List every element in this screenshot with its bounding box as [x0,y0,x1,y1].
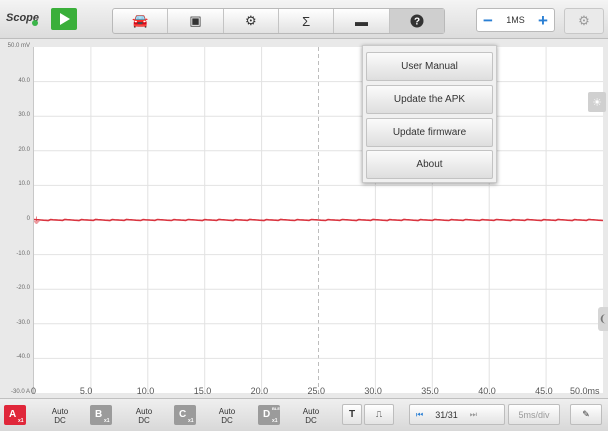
preferences-button[interactable]: ⚙ [564,8,604,34]
trigger-edge-button[interactable]: ⎍ [364,404,394,425]
chevron-left-icon: ❨ [598,313,608,325]
probe-button[interactable]: ✎ [570,404,602,425]
channel-b-settings[interactable]: Auto DC [130,407,158,425]
vehicle-button[interactable]: 🚘 [113,9,169,33]
gear-icon: ⚙ [244,13,257,28]
channel-letter: C [179,409,187,420]
channel-coupling: DC [221,416,233,425]
channel-probe-factor: x1 [272,418,278,424]
folder-icon: ▬ [354,13,368,29]
channel-a-settings[interactable]: Auto DC [46,407,74,425]
math-sigma-icon: Σ [302,13,311,29]
light-bulb-button[interactable]: ☀ [588,92,606,112]
y-tick-label: 30.0 [18,112,30,119]
help-button[interactable]: ? [389,9,444,33]
channel-b-button[interactable]: B x1 [90,405,112,425]
channel-range-mode: Auto [51,407,69,416]
page-navigator: ⏮ 31/31 ⏭ [409,404,505,425]
channel-bar: A x1 Auto DC B x1 Auto DC C x1 Auto DC BLE … [0,398,608,431]
channel-letter: B [95,409,103,420]
y-tick-label: 10.0 [18,181,30,188]
x-tick-label: 5.0 [79,386,93,396]
file-button[interactable]: ▬ [334,9,390,33]
y-tick-label: -20.0 [16,285,30,292]
settings-button[interactable]: ⚙ [224,9,279,33]
waveform-trace-a [33,218,604,222]
waveform-library-button[interactable]: ▣ [168,9,224,33]
channel-coupling: DC [138,416,150,425]
timebase-increase-button[interactable]: + [538,12,548,29]
x-tick-label: 30.0 [364,386,382,396]
connection-status-dot [32,20,38,26]
x-tick-label: 40.0 [478,386,496,396]
main-tool-group: 🚘 ▣ ⚙ Σ ▬ ? [112,8,445,34]
channel-probe-factor: x1 [104,418,110,424]
x-tick-label: 50.0ms [570,386,600,396]
x-tick-label: 35.0 [421,386,439,396]
gear-icon: ⚙ [578,13,590,28]
help-icon: ? [410,14,424,28]
vehicle-icon: 🚘 [132,13,149,28]
help-dropdown-menu: User Manual Update the APK Update firmwa… [362,45,497,183]
x-tick-label: 0 [31,386,37,396]
y-tick-label: -10.0 [16,250,30,257]
channel-d-settings[interactable]: Auto DC [297,407,325,425]
page-counter: 31/31 [435,409,458,420]
channel-range-mode: Auto [218,407,236,416]
side-panel-handle[interactable]: ❨ [598,307,608,331]
channel-ble-label: BLE [272,406,280,411]
channel-letter: A [9,409,17,420]
channel-a-button[interactable]: A x1 [4,405,26,425]
pulse-icon: ⎍ [375,409,383,419]
channel-coupling: DC [305,416,317,425]
light-bulb-icon: ☀ [592,96,602,109]
channel-coupling: DC [54,416,66,425]
menu-item-update-apk[interactable]: Update the APK [366,85,493,114]
waveform-canvas: ⏚ [32,47,604,393]
x-tick-label: 45.0 [535,386,553,396]
x-tick-label: 20.0 [250,386,269,396]
y-tick-label: -30.0 A [10,389,30,395]
channel-range-mode: Auto [135,407,153,416]
channel-c-button[interactable]: C x1 [174,405,196,425]
top-toolbar: Scope 🚘 ▣ ⚙ Σ ▬ ? − 1MS + ⚙ [0,0,608,39]
channel-probe-factor: x1 [18,418,24,424]
last-page-icon[interactable]: ⏭ [470,410,477,420]
first-page-icon[interactable]: ⏮ [416,410,423,420]
y-tick-label: 0 [26,216,30,222]
x-tick-label: 25.0 [307,386,326,396]
y-tick-label: 40.0 [18,77,30,84]
ground-marker-icon[interactable]: ⏚ [32,216,41,226]
x-tick-label: 10.0 [136,386,155,396]
channel-letter: D [263,409,271,420]
channel-d-button[interactable]: BLE D x1 [258,405,280,425]
svg-text:?: ? [414,17,420,28]
timebase-control: − 1MS + [476,8,555,32]
oscilloscope-plot[interactable]: ⏚ [32,47,604,393]
timebase-decrease-button[interactable]: − [483,12,493,29]
trigger-button[interactable]: T [342,404,362,425]
y-tick-label: -40.0 [16,354,30,361]
menu-item-update-firmware[interactable]: Update firmware [366,118,493,147]
channel-c-settings[interactable]: Auto DC [213,407,241,425]
probe-icon: ✎ [582,409,590,419]
menu-item-user-manual[interactable]: User Manual [366,52,493,81]
menu-item-about[interactable]: About [366,150,493,179]
time-per-div-button[interactable]: 5ms/div [508,404,560,425]
run-button[interactable] [51,8,77,30]
channel-probe-factor: x1 [188,418,194,424]
y-tick-label: 50.0 mV [7,43,30,49]
y-tick-label: -30.0 [16,319,30,326]
waveform-library-icon: ▣ [189,13,202,28]
x-tick-label: 15.0 [193,386,212,396]
channel-range-mode: Auto [302,407,320,416]
y-tick-label: 20.0 [18,146,30,153]
timebase-value: 1MS [506,15,525,25]
math-button[interactable]: Σ [279,9,335,33]
